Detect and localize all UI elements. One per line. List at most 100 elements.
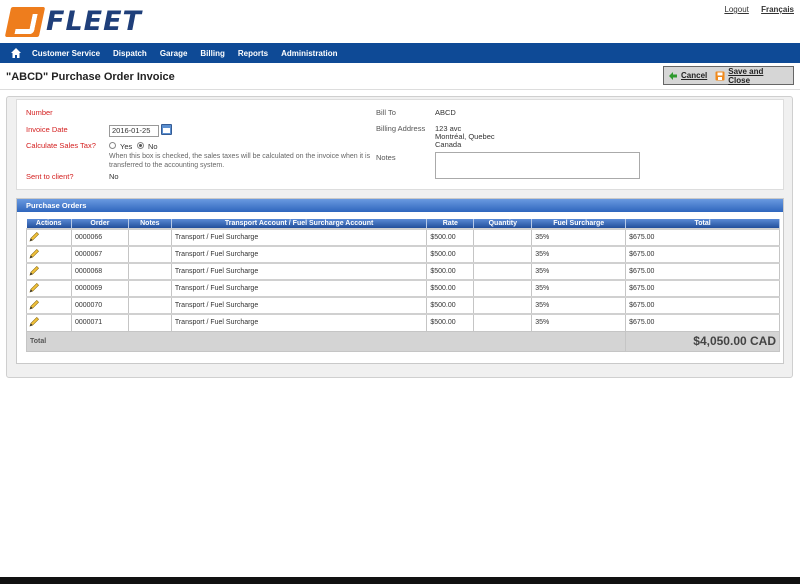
quantity-cell — [473, 228, 533, 247]
account-cell: Transport / Fuel Surcharge — [170, 228, 428, 247]
cancel-label: Cancel — [681, 71, 708, 80]
table-row: 0000069 Transport / Fuel Surcharge $500.00… — [26, 279, 780, 298]
nav-dispatch[interactable]: Dispatch — [113, 49, 147, 58]
save-close-label: Save and Close — [728, 66, 764, 85]
notes-cell — [127, 262, 172, 281]
notes-cell — [127, 228, 172, 247]
account-cell: Transport / Fuel Surcharge — [170, 245, 428, 264]
logout-link[interactable]: Logout — [724, 5, 748, 14]
total-amount: $4,050.00 CAD — [625, 330, 780, 352]
notes-textarea[interactable] — [435, 152, 640, 179]
total-cell: $675.00 — [625, 262, 780, 281]
rate-cell: $500.00 — [426, 279, 475, 298]
col-actions[interactable]: Actions — [26, 219, 72, 229]
account-cell: Transport / Fuel Surcharge — [170, 313, 428, 332]
col-quantity[interactable]: Quantity — [473, 219, 533, 229]
table-row: 0000068 Transport / Fuel Surcharge $500.00… — [26, 262, 780, 281]
edit-pencil-icon[interactable] — [26, 245, 72, 264]
edit-pencil-icon[interactable] — [26, 279, 72, 298]
notes-cell — [127, 279, 172, 298]
invoice-date-input[interactable]: 2016-01-25 — [109, 125, 159, 137]
rate-cell: $500.00 — [426, 313, 475, 332]
table-row: 0000071 Transport / Fuel Surcharge $500.00… — [26, 313, 780, 332]
rate-cell: $500.00 — [426, 262, 475, 281]
col-account[interactable]: Transport Account / Fuel Surcharge Accou… — [171, 219, 428, 229]
save-close-button[interactable]: Save and Close — [715, 67, 785, 85]
notes-cell — [127, 296, 172, 315]
billing-address-label: Billing Address — [376, 124, 426, 133]
billing-address-line3: Canada — [435, 140, 462, 149]
order-cell: 0000067 — [70, 245, 129, 264]
language-link[interactable]: Français — [761, 5, 794, 14]
calendar-icon[interactable] — [161, 124, 172, 135]
nav-customer-service[interactable]: Customer Service — [32, 49, 100, 58]
col-order[interactable]: Order — [71, 219, 129, 229]
total-cell: $675.00 — [625, 279, 780, 298]
fleet-logo[interactable]: FLEET — [4, 6, 142, 37]
logo-text: FLEET — [46, 6, 142, 37]
number-label: Number — [26, 108, 53, 117]
account-cell: Transport / Fuel Surcharge — [170, 262, 428, 281]
cancel-button[interactable]: Cancel — [668, 71, 707, 81]
sent-to-client-value: No — [109, 172, 119, 181]
notes-cell — [127, 245, 172, 264]
quantity-cell — [473, 279, 533, 298]
top-links: Logout Français — [714, 5, 794, 14]
order-cell: 0000069 — [70, 279, 129, 298]
rate-cell: $500.00 — [426, 228, 475, 247]
table-row: 0000066 Transport / Fuel Surcharge $500.00… — [26, 228, 780, 247]
account-cell: Transport / Fuel Surcharge — [170, 296, 428, 315]
col-rate[interactable]: Rate — [426, 219, 475, 229]
home-icon[interactable] — [10, 47, 22, 59]
order-cell: 0000066 — [70, 228, 129, 247]
rate-cell: $500.00 — [426, 245, 475, 264]
fuel-surcharge-cell: 35% — [531, 228, 627, 247]
rate-cell: $500.00 — [426, 296, 475, 315]
sent-to-client-label: Sent to client? — [26, 172, 74, 181]
nav-administration[interactable]: Administration — [281, 49, 337, 58]
sales-tax-no-radio[interactable] — [137, 142, 144, 149]
footer-bar — [0, 577, 800, 584]
nav-billing[interactable]: Billing — [200, 49, 224, 58]
edit-pencil-icon[interactable] — [26, 228, 72, 247]
notes-label: Notes — [376, 153, 396, 162]
save-icon — [715, 71, 725, 81]
total-cell: $675.00 — [625, 313, 780, 332]
purchase-orders-panel: Purchase Orders Actions Order Notes Tran… — [16, 198, 784, 364]
quantity-cell — [473, 262, 533, 281]
nav-reports[interactable]: Reports — [238, 49, 268, 58]
main-nav: Customer Service Dispatch Garage Billing… — [0, 43, 800, 63]
sales-tax-yes-label: Yes — [120, 142, 133, 151]
purchase-orders-table: Actions Order Notes Transport Account / … — [25, 219, 780, 352]
sales-tax-no-label: No — [148, 142, 158, 151]
col-total[interactable]: Total — [625, 219, 780, 229]
account-cell: Transport / Fuel Surcharge — [170, 279, 428, 298]
invoice-form: Number Invoice Date 2016-01-25 Calculate… — [16, 99, 784, 190]
order-cell: 0000068 — [70, 262, 129, 281]
edit-pencil-icon[interactable] — [26, 313, 72, 332]
logo-mark-icon — [4, 6, 46, 37]
fuel-surcharge-cell: 35% — [531, 245, 627, 264]
arrow-left-icon — [668, 71, 678, 81]
table-row: 0000067 Transport / Fuel Surcharge $500.00… — [26, 245, 780, 264]
bill-to-value: ABCD — [435, 108, 456, 117]
quantity-cell — [473, 245, 533, 264]
invoice-date-label: Invoice Date — [26, 125, 68, 134]
nav-garage[interactable]: Garage — [160, 49, 188, 58]
fuel-surcharge-cell: 35% — [531, 296, 627, 315]
top-header: FLEET Logout Français — [0, 0, 800, 43]
sales-tax-label: Calculate Sales Tax? — [26, 141, 96, 150]
total-row: Total $4,050.00 CAD — [25, 330, 780, 352]
purchase-orders-table-wrap: Actions Order Notes Transport Account / … — [25, 219, 780, 352]
edit-pencil-icon[interactable] — [26, 262, 72, 281]
col-notes[interactable]: Notes — [128, 219, 172, 229]
fuel-surcharge-cell: 35% — [531, 279, 627, 298]
edit-pencil-icon[interactable] — [26, 296, 72, 315]
total-label: Total — [25, 330, 627, 352]
sales-tax-help: When this box is checked, the sales taxe… — [109, 153, 371, 169]
quantity-cell — [473, 313, 533, 332]
purchase-orders-header: Purchase Orders — [17, 199, 783, 212]
sales-tax-yes-radio[interactable] — [109, 142, 116, 149]
bill-to-label: Bill To — [376, 108, 396, 117]
col-fuel-surcharge[interactable]: Fuel Surcharge — [531, 219, 627, 229]
